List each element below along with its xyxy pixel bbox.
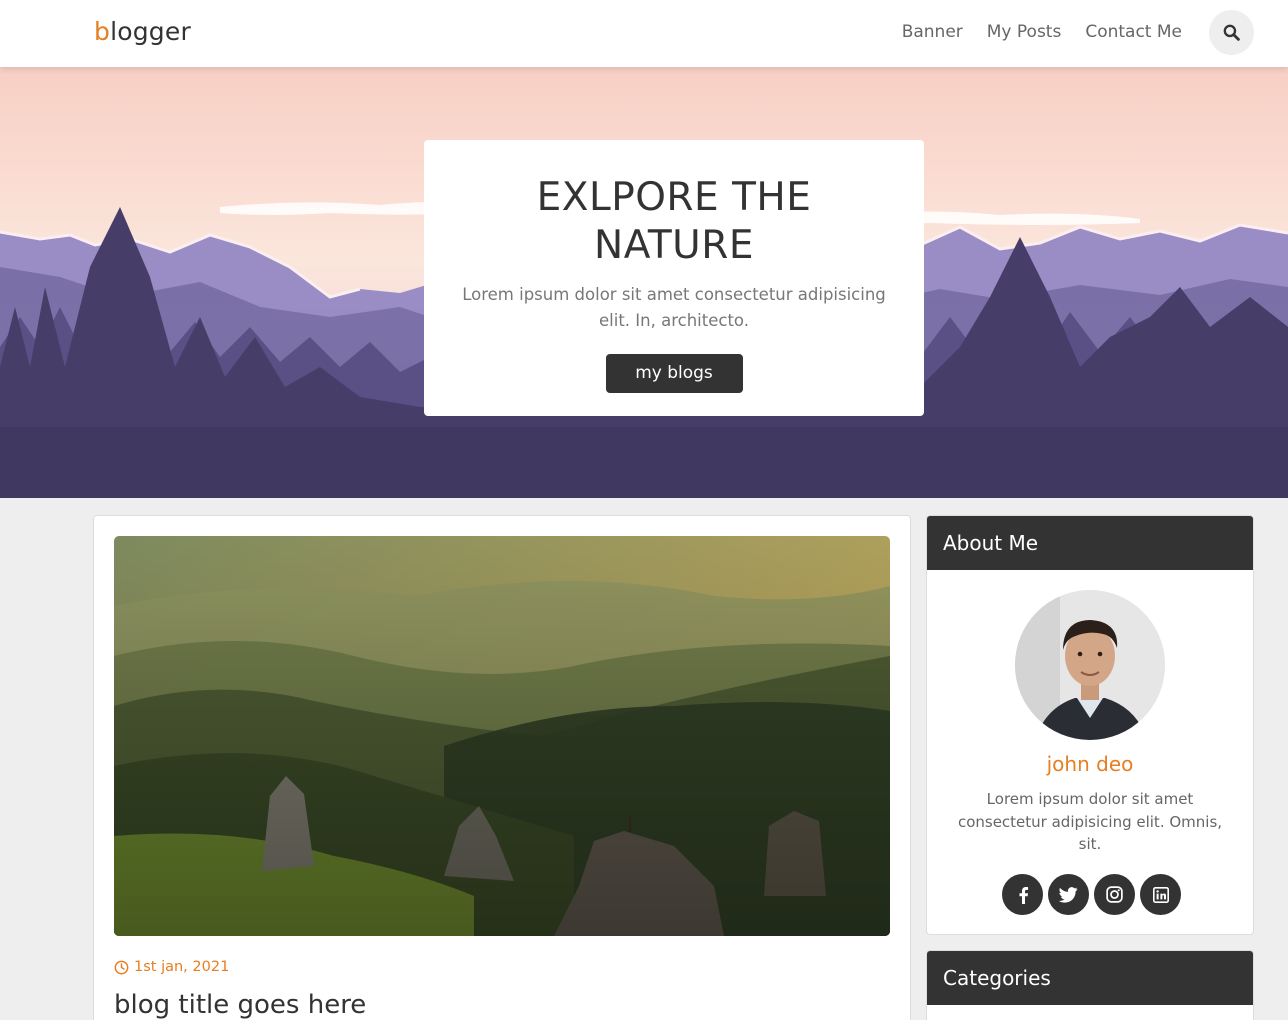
profile-photo	[1015, 590, 1165, 740]
mountain-valley-photo	[114, 536, 890, 936]
my-blogs-button[interactable]: my blogs	[605, 354, 743, 393]
post-image[interactable]	[114, 536, 890, 936]
logo-text: logger	[110, 17, 191, 46]
author-bio: Lorem ipsum dolor sit amet consectetur a…	[957, 790, 1223, 853]
post-card: 1st jan, 2021 blog title goes here	[93, 515, 911, 1020]
author-name: john deo	[1046, 752, 1134, 776]
hero-card: EXLPORE THE NATURE Lorem ipsum dolor sit…	[424, 140, 924, 416]
logo-accent-letter: b	[94, 17, 111, 46]
hero-title: EXLPORE THE NATURE	[536, 175, 812, 268]
facebook-icon	[1019, 886, 1028, 904]
site-header: blogger Banner My Posts Contact Me	[0, 0, 1288, 67]
categories-heading: Categories	[927, 951, 1253, 1005]
post-title[interactable]: blog title goes here	[114, 990, 366, 1020]
instagram-link[interactable]	[1094, 874, 1135, 915]
nav-link-my-posts[interactable]: My Posts	[987, 22, 1062, 42]
social-links	[1002, 874, 1181, 915]
site-logo[interactable]: blogger	[94, 17, 191, 46]
hero-banner: EXLPORE THE NATURE Lorem ipsum dolor sit…	[0, 67, 1288, 498]
main-nav: Banner My Posts Contact Me	[902, 22, 1182, 42]
twitter-icon	[1059, 886, 1078, 903]
linkedin-link[interactable]	[1140, 874, 1181, 915]
nav-link-banner[interactable]: Banner	[902, 22, 963, 42]
categories-widget: Categories	[926, 950, 1254, 1020]
instagram-icon	[1106, 886, 1123, 903]
about-me-heading: About Me	[927, 516, 1253, 570]
hero-text: Lorem ipsum dolor sit amet consectetur a…	[462, 285, 886, 330]
avatar	[1015, 590, 1165, 740]
twitter-link[interactable]	[1048, 874, 1089, 915]
about-me-widget: About Me john deo Lorem ipsum dolor sit …	[926, 515, 1254, 935]
nav-link-contact-me[interactable]: Contact Me	[1085, 22, 1182, 42]
post-date-text: 1st jan, 2021	[134, 959, 230, 975]
search-icon	[1223, 24, 1240, 41]
linkedin-icon	[1152, 886, 1169, 903]
clock-icon	[114, 960, 129, 974]
facebook-link[interactable]	[1002, 874, 1043, 915]
post-date: 1st jan, 2021	[114, 959, 229, 975]
search-button[interactable]	[1209, 10, 1254, 55]
